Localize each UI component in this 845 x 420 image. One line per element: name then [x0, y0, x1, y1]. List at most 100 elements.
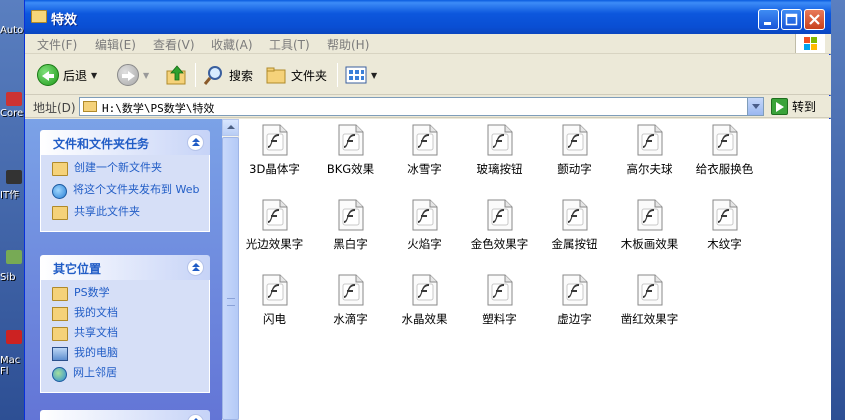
- publish-web-icon: [52, 184, 67, 199]
- file-item[interactable]: 火焰字: [387, 199, 462, 252]
- file-item[interactable]: 金色效果字: [462, 199, 537, 252]
- task-new-folder[interactable]: 创建一个新文件夹: [52, 161, 209, 181]
- address-label: 地址(D): [33, 101, 76, 115]
- file-item[interactable]: 金属按钮: [537, 199, 612, 252]
- menu-help[interactable]: 帮助(H): [327, 36, 369, 53]
- toolbar-separator: [195, 63, 196, 87]
- maximize-button[interactable]: [781, 9, 802, 30]
- menu-favorites[interactable]: 收藏(A): [211, 36, 253, 53]
- flash-file-icon: [562, 274, 588, 306]
- file-item[interactable]: 木纹字: [687, 199, 762, 252]
- views-dropdown-icon[interactable]: ▼: [371, 71, 377, 80]
- file-item[interactable]: 木板画效果: [612, 199, 687, 252]
- desktop-app-icon[interactable]: [6, 170, 22, 184]
- desktop-app-icon[interactable]: [6, 92, 22, 106]
- desktop-app-icon[interactable]: [6, 250, 22, 264]
- task-share-folder[interactable]: 共享此文件夹: [52, 205, 209, 225]
- file-name: 黑白字: [333, 237, 368, 251]
- desktop-app-icon[interactable]: [6, 330, 22, 344]
- panel-header[interactable]: [40, 410, 210, 420]
- search-button[interactable]: 搜索: [203, 62, 253, 88]
- panel-body: 创建一个新文件夹 将这个文件夹发布到 Web 共享此文件夹: [40, 155, 210, 232]
- minimize-icon: [759, 10, 778, 29]
- file-item[interactable]: 冰雪字: [387, 124, 462, 177]
- task-publish-web[interactable]: 将这个文件夹发布到 Web: [52, 183, 209, 203]
- desktop-label-mac: Mac Fl: [0, 355, 21, 377]
- collapse-chevron-icon[interactable]: [187, 414, 204, 420]
- file-folder-tasks-panel: 文件和文件夹任务 创建一个新文件夹 将这个文件夹发布到 Web 共享此文件夹: [40, 130, 210, 232]
- maximize-icon: [782, 10, 801, 29]
- file-name: 冰雪字: [407, 162, 442, 176]
- file-item[interactable]: 水晶效果: [387, 274, 462, 327]
- close-button[interactable]: [804, 9, 825, 30]
- address-input[interactable]: H:\数学\PS数学\特效: [79, 97, 764, 116]
- minimize-button[interactable]: [758, 9, 779, 30]
- folder-icon: [31, 10, 47, 23]
- file-item[interactable]: 颤动字: [537, 124, 612, 177]
- folders-button[interactable]: 文件夹: [265, 62, 327, 88]
- panel-body: PS数学 我的文档 共享文档 我的电脑 网上邻居: [40, 280, 210, 393]
- file-name: 木板画效果: [620, 237, 679, 251]
- place-my-documents[interactable]: 我的文档: [52, 306, 209, 326]
- file-item[interactable]: 虚边字: [537, 274, 612, 327]
- file-name: 塑料字: [482, 312, 517, 326]
- place-label: 我的文档: [74, 306, 118, 319]
- place-my-computer[interactable]: 我的电脑: [52, 346, 209, 366]
- file-item[interactable]: 高尔夫球: [612, 124, 687, 177]
- file-name: 给衣服换色: [695, 162, 754, 176]
- file-item[interactable]: 闪电: [237, 274, 312, 327]
- views-button[interactable]: ▼: [345, 62, 377, 88]
- title-bar[interactable]: 特效: [25, 0, 831, 34]
- file-item[interactable]: 给衣服换色: [687, 124, 762, 177]
- new-folder-icon: [52, 162, 68, 176]
- close-icon: [805, 10, 824, 29]
- back-dropdown-icon[interactable]: ▼: [91, 71, 97, 80]
- file-item[interactable]: BKG效果: [313, 124, 388, 177]
- file-name: 高尔夫球: [626, 162, 673, 176]
- file-item[interactable]: 凿红效果字: [612, 274, 687, 327]
- collapse-chevron-icon[interactable]: [187, 259, 204, 276]
- explorer-window: 特效 文件(F) 编辑(E) 查看(V) 收藏(A) 工具(T) 帮助(H) 后…: [24, 0, 831, 420]
- back-button[interactable]: 后退 ▼: [37, 62, 97, 88]
- file-item[interactable]: 玻璃按钮: [462, 124, 537, 177]
- details-panel: [40, 410, 210, 420]
- file-name: 金属按钮: [551, 237, 598, 251]
- panel-title: 文件和文件夹任务: [53, 137, 150, 151]
- file-item[interactable]: 水滴字: [313, 274, 388, 327]
- forward-dropdown-icon[interactable]: ▼: [143, 71, 149, 80]
- panel-header[interactable]: 其它位置: [40, 255, 210, 280]
- address-dropdown-button[interactable]: [747, 98, 763, 115]
- flash-file-icon: [262, 124, 288, 156]
- place-label: 共享文档: [74, 326, 118, 339]
- menu-edit[interactable]: 编辑(E): [95, 36, 136, 53]
- place-ps-math[interactable]: PS数学: [52, 286, 209, 306]
- search-label: 搜索: [229, 68, 254, 83]
- place-network[interactable]: 网上邻居: [52, 366, 209, 386]
- task-label: 将这个文件夹发布到 Web: [73, 183, 200, 196]
- magnifier-icon: [203, 66, 222, 85]
- task-label: 共享此文件夹: [74, 205, 140, 218]
- file-name: 虚边字: [557, 312, 592, 326]
- place-shared-documents[interactable]: 共享文档: [52, 326, 209, 346]
- go-button[interactable]: 转到: [771, 98, 816, 115]
- menu-view[interactable]: 查看(V): [153, 36, 195, 53]
- file-item[interactable]: 3D晶体字: [237, 124, 312, 177]
- folders-icon: [266, 67, 286, 84]
- file-item[interactable]: 黑白字: [313, 199, 388, 252]
- file-item[interactable]: 光边效果字: [237, 199, 312, 252]
- folders-label: 文件夹: [291, 68, 328, 83]
- place-label: PS数学: [74, 286, 110, 299]
- collapse-chevron-icon[interactable]: [187, 134, 204, 151]
- up-folder-button[interactable]: [165, 62, 189, 88]
- file-item[interactable]: 塑料字: [462, 274, 537, 327]
- place-label: 我的电脑: [74, 346, 118, 359]
- flash-file-icon: [562, 124, 588, 156]
- menu-file[interactable]: 文件(F): [37, 36, 77, 53]
- flash-file-icon: [412, 199, 438, 231]
- menu-tools[interactable]: 工具(T): [269, 36, 310, 53]
- my-computer-icon: [52, 347, 68, 361]
- file-name: 金色效果字: [470, 237, 529, 251]
- other-places-panel: 其它位置 PS数学 我的文档 共享文档 我的电脑 网上邻居: [40, 255, 210, 393]
- panel-header[interactable]: 文件和文件夹任务: [40, 130, 210, 155]
- forward-button[interactable]: ▼: [117, 62, 149, 88]
